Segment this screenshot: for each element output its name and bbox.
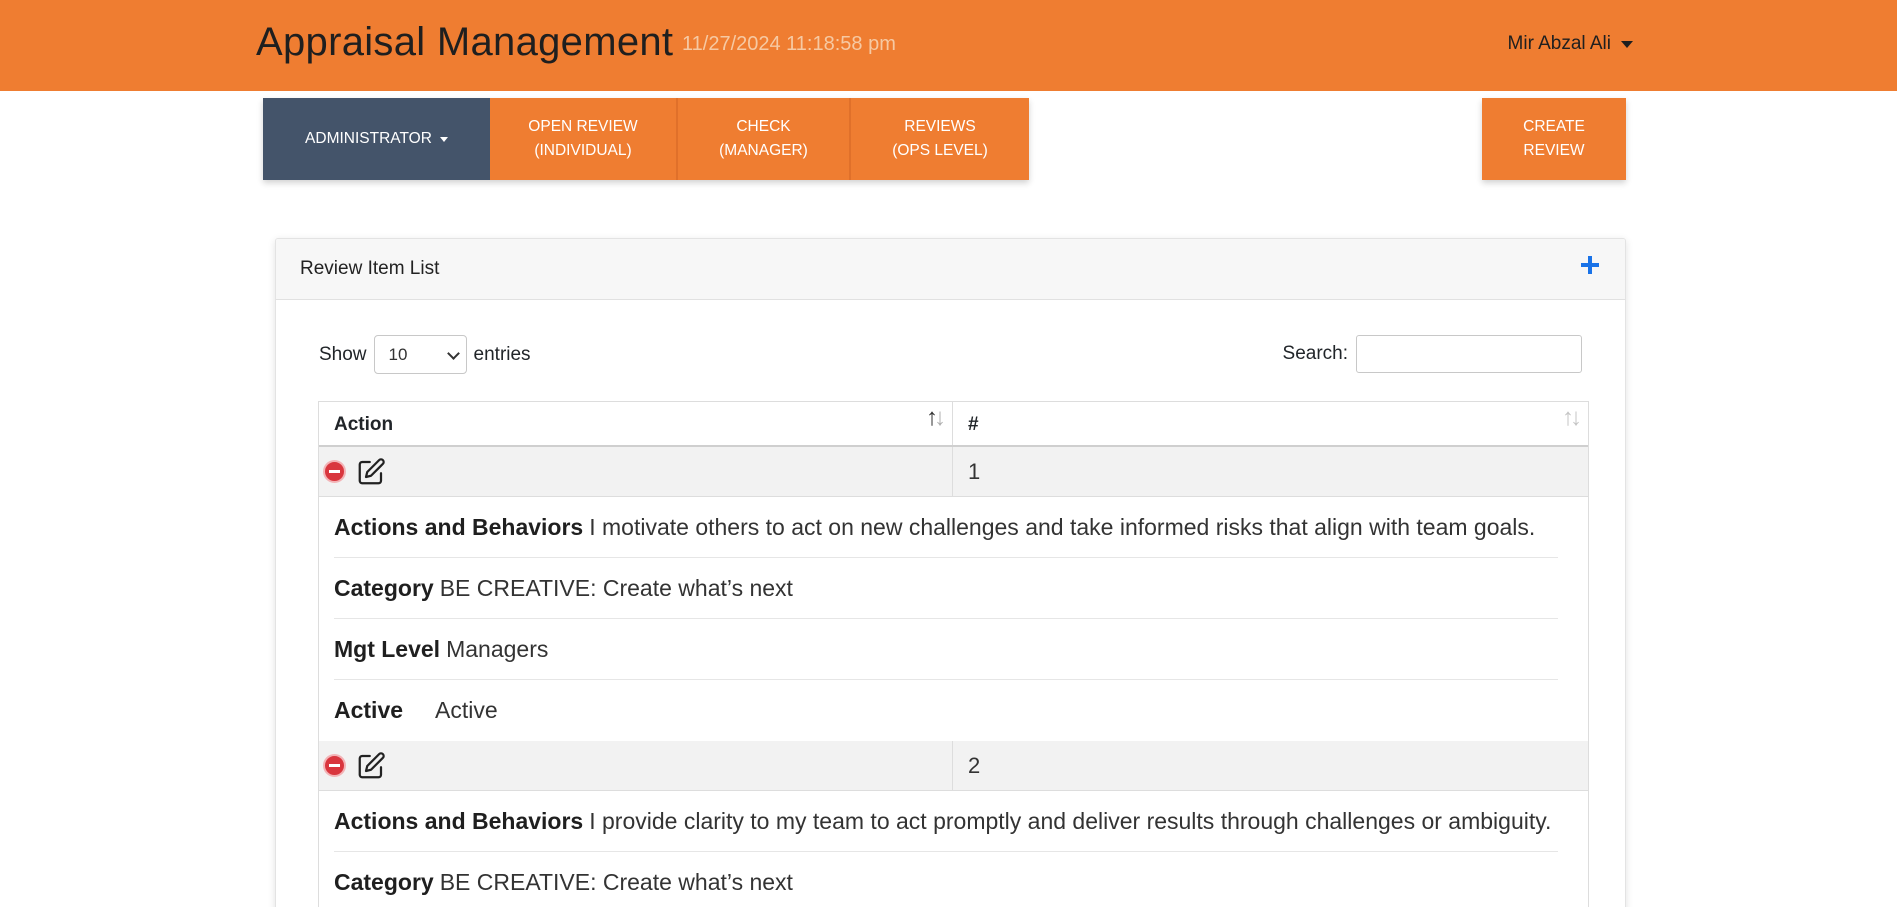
app-title: Appraisal Management	[256, 20, 674, 64]
reviews-label-line2: (OPS LEVEL)	[892, 142, 988, 159]
detail-active: Active Active	[334, 680, 1558, 741]
current-datetime: 11/27/2024 11:18:58 pm	[682, 33, 896, 55]
detail-label: Category	[334, 574, 434, 601]
create-label-line1: CREATE	[1523, 118, 1585, 135]
detail-value: I motivate others to act on new challeng…	[589, 513, 1536, 540]
top-bar: Appraisal Management 11/27/2024 11:18:58…	[0, 0, 1897, 91]
chevron-down-icon	[439, 136, 448, 142]
detail-category: Category BE CREATIVE: Create what’s next	[334, 852, 1558, 907]
user-menu[interactable]: Mir Abzal Ali	[1508, 33, 1633, 55]
column-header-number[interactable]: # ↑↓	[953, 402, 1588, 445]
detail-label: Actions and Behaviors	[334, 513, 584, 540]
review-item-card: Review Item List Show 10 entries Search:…	[275, 238, 1626, 907]
row-details: Actions and Behaviors I motivate others …	[319, 497, 1588, 741]
detail-value: BE CREATIVE: Create what’s next	[439, 574, 793, 601]
entries-select-value: 10	[388, 344, 408, 364]
table-header: Action ↑↓ # ↑↓	[319, 402, 1588, 447]
search-control: Search:	[1283, 335, 1582, 373]
reviews-label-line1: REVIEWS	[904, 118, 976, 135]
detail-value: BE CREATIVE: Create what’s next	[439, 869, 793, 895]
open-review-button[interactable]: OPEN REVIEW (INDIVIDUAL)	[490, 98, 678, 180]
table-row: 2	[319, 741, 1588, 791]
detail-value: Managers	[446, 635, 549, 662]
card-title: Review Item List	[300, 258, 440, 279]
detail-value: Active	[435, 697, 498, 723]
entries-label: entries	[473, 343, 531, 365]
check-label-line2: (MANAGER)	[719, 142, 808, 159]
administrator-menu-button[interactable]: ADMINISTRATOR	[263, 98, 490, 180]
column-header-action-label: Action	[334, 414, 394, 435]
detail-label: Mgt Level	[334, 635, 441, 662]
user-name: Mir Abzal Ali	[1507, 33, 1611, 54]
create-review-button[interactable]: CREATE REVIEW	[1482, 98, 1626, 180]
detail-label: Category	[334, 869, 434, 895]
detail-actions-behaviors: Actions and Behaviors I provide clarity …	[334, 791, 1558, 852]
check-label-line1: CHECK	[736, 118, 791, 135]
search-input[interactable]	[1356, 335, 1582, 373]
row-actions	[319, 741, 953, 790]
chevron-down-icon	[446, 347, 460, 360]
administrator-label: ADMINISTRATOR	[305, 130, 432, 147]
detail-category: Category BE CREATIVE: Create what’s next	[334, 558, 1558, 619]
plus-icon[interactable]	[1579, 254, 1601, 276]
column-header-action[interactable]: Action ↑↓	[319, 402, 953, 445]
sort-icon: ↑↓	[1562, 404, 1582, 431]
open-review-label-line1: OPEN REVIEW	[528, 118, 638, 135]
search-label: Search:	[1282, 343, 1348, 364]
detail-mgt-level: Mgt Level Managers	[334, 619, 1558, 680]
detail-actions-behaviors: Actions and Behaviors I motivate others …	[334, 497, 1558, 558]
detail-label: Active	[334, 697, 404, 723]
chevron-down-icon	[1621, 40, 1633, 48]
detail-value: I provide clarity to my team to act prom…	[589, 807, 1552, 834]
row-number: 2	[968, 752, 981, 778]
row-actions	[319, 447, 953, 496]
detail-label: Actions and Behaviors	[334, 807, 584, 834]
entries-length-control: Show 10 entries	[319, 335, 531, 374]
row-number: 1	[968, 458, 981, 484]
table-row: 1	[319, 447, 1588, 497]
edit-icon[interactable]	[356, 751, 386, 781]
remove-icon[interactable]	[323, 754, 346, 777]
review-items-table: Action ↑↓ # ↑↓ 1 Actions and Behaviors I…	[318, 401, 1589, 907]
remove-icon[interactable]	[323, 460, 346, 483]
show-label: Show	[319, 343, 367, 365]
edit-icon[interactable]	[356, 457, 386, 487]
create-review-wrapper: CREATE REVIEW	[1482, 98, 1626, 180]
row-details: Actions and Behaviors I provide clarity …	[319, 791, 1588, 907]
main-nav: ADMINISTRATOR OPEN REVIEW (INDIVIDUAL) C…	[263, 98, 1029, 180]
reviews-ops-button[interactable]: REVIEWS (OPS LEVEL)	[851, 98, 1029, 180]
check-manager-button[interactable]: CHECK (MANAGER)	[678, 98, 851, 180]
card-header: Review Item List	[276, 239, 1625, 300]
column-header-number-label: #	[968, 414, 979, 435]
open-review-label-line2: (INDIVIDUAL)	[534, 142, 632, 159]
create-label-line2: REVIEW	[1523, 142, 1585, 159]
sort-icon: ↑↓	[926, 404, 946, 431]
entries-select[interactable]: 10	[373, 335, 467, 374]
